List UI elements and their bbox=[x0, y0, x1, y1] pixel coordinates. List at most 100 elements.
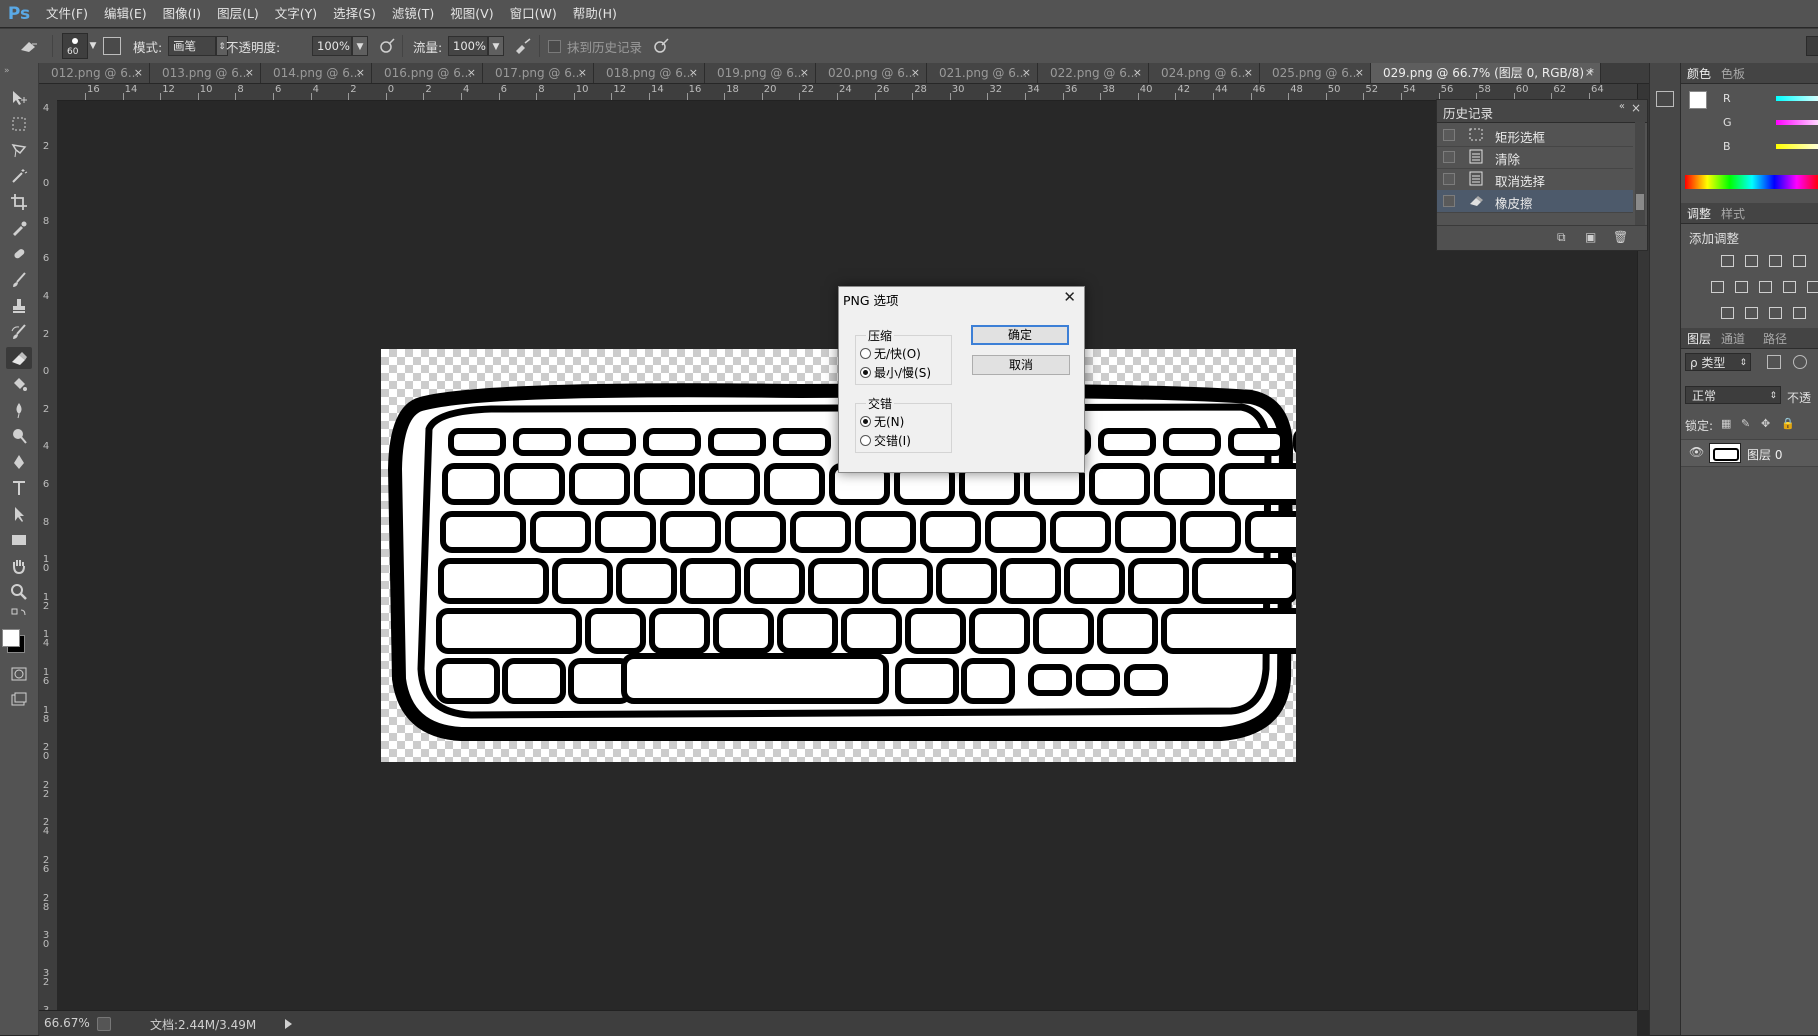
threshold-icon[interactable] bbox=[1769, 307, 1782, 319]
history-item[interactable]: 取消选择 bbox=[1437, 168, 1633, 191]
interlace-none-radio[interactable]: 无(N) bbox=[860, 413, 904, 430]
close-tab-icon[interactable]: × bbox=[689, 63, 698, 83]
document-tab[interactable]: 014.png @ 6... × bbox=[261, 63, 372, 83]
vibrance-icon[interactable] bbox=[1711, 281, 1724, 293]
exposure-icon[interactable] bbox=[1793, 255, 1806, 267]
tab-layers[interactable]: 图层 bbox=[1687, 330, 1711, 347]
levels-icon[interactable] bbox=[1745, 255, 1758, 267]
move-tool-icon[interactable] bbox=[6, 87, 32, 109]
document-tab[interactable]: 020.png @ 6... × bbox=[816, 63, 927, 83]
close-tab-icon[interactable]: × bbox=[356, 63, 365, 83]
document-tab[interactable]: 013.png @ 6... × bbox=[150, 63, 261, 83]
trash-icon[interactable]: 🗑 bbox=[1613, 230, 1628, 244]
selective-color-icon[interactable] bbox=[1793, 307, 1806, 319]
camera-icon[interactable]: ▣ bbox=[1585, 230, 1596, 244]
document-tab[interactable]: 019.png @ 6... × bbox=[705, 63, 816, 83]
swap-colors-icon[interactable] bbox=[6, 607, 32, 621]
history-source-checkbox[interactable] bbox=[1443, 173, 1455, 185]
close-tab-icon[interactable]: × bbox=[1133, 63, 1142, 83]
zoom-level[interactable]: 66.67% bbox=[44, 1016, 90, 1030]
b-slider[interactable] bbox=[1776, 144, 1818, 149]
close-tab-icon[interactable]: × bbox=[1022, 63, 1031, 83]
history-source-checkbox[interactable] bbox=[1443, 195, 1455, 207]
chevron-down-icon[interactable]: ▼ bbox=[88, 36, 98, 56]
menu-item[interactable]: 窗口(W) bbox=[502, 0, 565, 27]
menu-item[interactable]: 编辑(E) bbox=[96, 0, 155, 27]
close-tab-icon[interactable]: × bbox=[578, 63, 587, 83]
airbrush-pressure-icon[interactable] bbox=[378, 29, 396, 63]
history-item[interactable]: 清除 bbox=[1437, 146, 1633, 169]
layer-name[interactable]: 图层 0 bbox=[1747, 446, 1782, 463]
close-tab-icon[interactable]: × bbox=[134, 63, 143, 83]
menu-item[interactable]: 帮助(H) bbox=[565, 0, 625, 27]
document-tab[interactable]: 029.png @ 66.7% (图层 0, RGB/8) * × bbox=[1371, 63, 1601, 83]
close-tab-icon[interactable]: × bbox=[1585, 63, 1594, 83]
eraser-tool-preset-icon[interactable] bbox=[18, 29, 40, 63]
menu-item[interactable]: 文件(F) bbox=[38, 0, 96, 27]
document-info-icon[interactable] bbox=[97, 1017, 111, 1031]
channel-mixer-icon[interactable] bbox=[1807, 281, 1818, 293]
history-dock-icon[interactable] bbox=[1656, 91, 1674, 107]
menu-item[interactable]: 图像(I) bbox=[155, 0, 209, 27]
document-tab[interactable]: 024.png @ 6... × bbox=[1149, 63, 1260, 83]
new-document-from-state-icon[interactable]: ⧉ bbox=[1557, 230, 1566, 245]
flow-field[interactable]: 100% ▼ bbox=[448, 29, 504, 63]
document-tab[interactable]: 016.png @ 6... × bbox=[372, 63, 483, 83]
menu-item[interactable]: 滤镜(T) bbox=[384, 0, 442, 27]
workspace-switcher[interactable] bbox=[1806, 29, 1818, 63]
document-tab[interactable]: 017.png @ 6... × bbox=[483, 63, 594, 83]
ok-button[interactable]: 确定 bbox=[971, 325, 1069, 345]
brush-preset-picker[interactable]: 60 ▼ bbox=[62, 29, 98, 63]
document-tab[interactable]: 022.png @ 6... × bbox=[1038, 63, 1149, 83]
hand-tool-icon[interactable] bbox=[6, 555, 32, 577]
invert-icon[interactable] bbox=[1721, 307, 1734, 319]
opacity-field[interactable]: 100% ▼ bbox=[312, 29, 368, 63]
zoom-tool-icon[interactable] bbox=[6, 581, 32, 603]
history-scrollbar[interactable] bbox=[1635, 122, 1645, 226]
collapse-icon[interactable]: « bbox=[1619, 101, 1625, 112]
layer-filter-select[interactable]: ρ 类型 ⇕ bbox=[1685, 353, 1751, 371]
lock-move-icon[interactable]: ✥ bbox=[1761, 417, 1770, 430]
magic-wand-tool-icon[interactable] bbox=[6, 165, 32, 187]
document-tab[interactable]: 025.png @ 6... × bbox=[1260, 63, 1371, 83]
pressure-size-icon[interactable] bbox=[652, 29, 670, 63]
screen-mode-icon[interactable] bbox=[6, 689, 32, 711]
eye-icon[interactable]: 👁 bbox=[1689, 445, 1704, 459]
menu-item[interactable]: 视图(V) bbox=[442, 0, 501, 27]
foreground-color-swatch[interactable] bbox=[1689, 91, 1707, 109]
menu-item[interactable]: 图层(L) bbox=[209, 0, 267, 27]
chevron-down-icon[interactable]: ▼ bbox=[352, 36, 368, 56]
photo-filter-icon[interactable] bbox=[1783, 281, 1796, 293]
r-slider[interactable] bbox=[1776, 96, 1818, 101]
history-item[interactable]: 矩形选框 bbox=[1437, 124, 1633, 147]
black-white-icon[interactable] bbox=[1759, 281, 1772, 293]
quick-mask-icon[interactable] bbox=[6, 663, 32, 685]
tab-styles[interactable]: 样式 bbox=[1721, 205, 1745, 222]
dodge-tool-icon[interactable] bbox=[6, 425, 32, 447]
close-tab-icon[interactable]: × bbox=[911, 63, 920, 83]
marquee-tool-icon[interactable] bbox=[6, 113, 32, 135]
lock-transparent-icon[interactable]: ▦ bbox=[1721, 417, 1731, 430]
collapse-icon[interactable]: » bbox=[4, 66, 10, 76]
curves-icon[interactable] bbox=[1769, 255, 1782, 267]
history-source-checkbox[interactable] bbox=[1443, 129, 1455, 141]
brightness-icon[interactable] bbox=[1721, 255, 1734, 267]
compression-none-radio[interactable]: 无/快(O) bbox=[860, 345, 921, 362]
tab-paths[interactable]: 路径 bbox=[1763, 330, 1787, 347]
close-tab-icon[interactable]: × bbox=[800, 63, 809, 83]
close-tab-icon[interactable]: × bbox=[1244, 63, 1253, 83]
eraser-tool-icon[interactable] bbox=[6, 347, 32, 369]
chevron-down-icon[interactable]: ▼ bbox=[488, 36, 504, 56]
lock-all-icon[interactable]: 🔒 bbox=[1781, 417, 1795, 430]
tab-color[interactable]: 颜色 bbox=[1687, 65, 1711, 82]
close-icon[interactable]: ✕ bbox=[1063, 288, 1076, 306]
cancel-button[interactable]: 取消 bbox=[972, 355, 1070, 375]
lasso-tool-icon[interactable] bbox=[6, 139, 32, 161]
paint-bucket-tool-icon[interactable] bbox=[6, 373, 32, 395]
foreground-color-swatch[interactable] bbox=[2, 629, 20, 647]
menu-item[interactable]: 选择(S) bbox=[325, 0, 384, 27]
expand-arrow-icon[interactable] bbox=[285, 1019, 292, 1029]
path-selection-tool-icon[interactable] bbox=[6, 503, 32, 525]
tab-adjustments[interactable]: 调整 bbox=[1687, 205, 1711, 222]
color-balance-icon[interactable] bbox=[1735, 281, 1748, 293]
